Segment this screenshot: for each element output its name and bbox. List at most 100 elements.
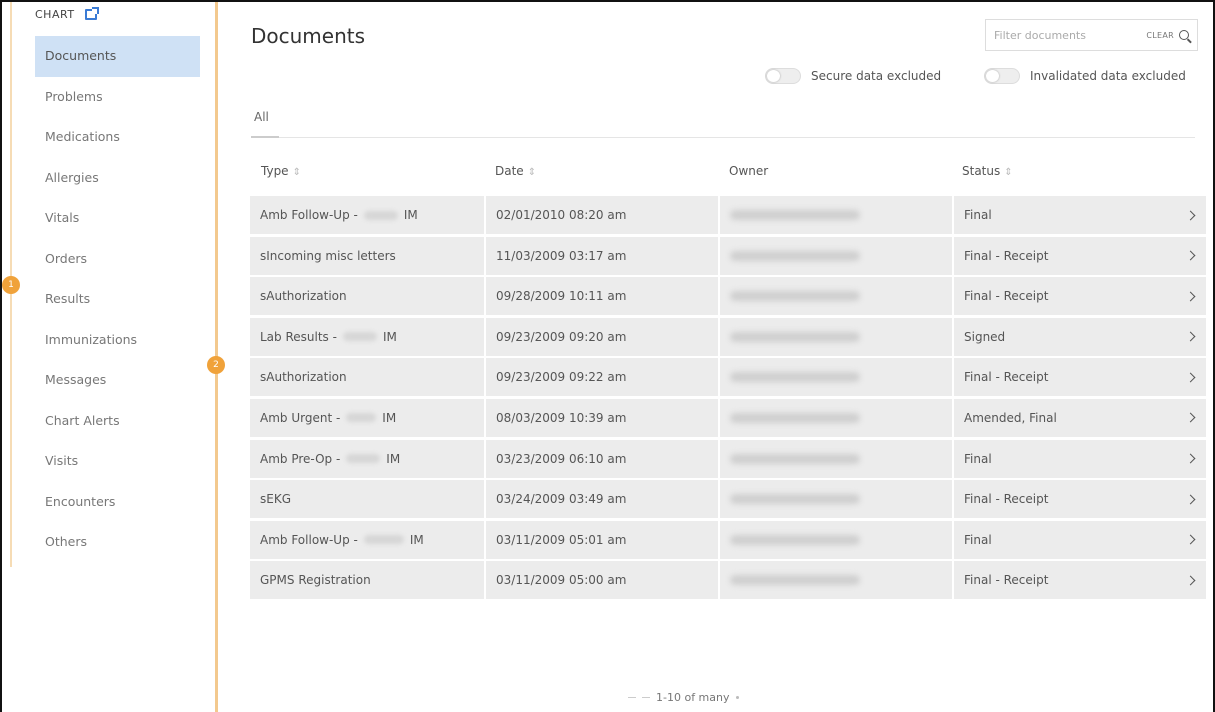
first-page-icon[interactable] xyxy=(642,697,650,698)
document-type: GPMS Registration xyxy=(260,573,371,588)
document-type: Lab Results - xyxy=(260,329,337,344)
column-date-label: Date xyxy=(495,164,524,178)
document-type: sIncoming misc letters xyxy=(260,248,396,263)
table-row[interactable]: Amb Follow-Up - IM 02/01/2010 08:20 am Fina… xyxy=(250,196,1206,237)
redacted-owner xyxy=(730,331,860,342)
date-cell: 02/01/2010 08:20 am xyxy=(486,196,718,234)
chevron-right-icon[interactable] xyxy=(1185,210,1196,220)
type-cell: Lab Results - IM xyxy=(250,317,484,356)
redacted-name xyxy=(346,454,381,464)
search-icon[interactable] xyxy=(1179,30,1189,40)
sort-icon: ⇕ xyxy=(1004,167,1013,178)
sidebar-header: CHART xyxy=(35,7,99,21)
chevron-right-icon[interactable] xyxy=(1185,494,1196,505)
prev-page-icon[interactable] xyxy=(628,697,636,698)
document-type: Amb Urgent - xyxy=(260,410,341,425)
document-status: Final xyxy=(964,451,992,466)
sidebar-item-orders[interactable]: Orders xyxy=(35,239,200,280)
tab-active-underline xyxy=(251,136,279,138)
chevron-right-icon[interactable] xyxy=(1185,291,1196,302)
document-type: sEKG xyxy=(260,492,292,507)
redacted-owner xyxy=(730,291,860,302)
chevron-right-icon[interactable] xyxy=(1185,575,1196,586)
table-row[interactable]: Amb Pre-Op - IM 03/23/2009 06:10 am Final xyxy=(250,439,1206,481)
column-type[interactable]: Type ⇕ xyxy=(261,164,301,178)
sidebar-item-immunizations[interactable]: Immunizations xyxy=(35,320,200,361)
status-cell: Amended, Final xyxy=(954,398,1206,437)
chevron-right-icon[interactable] xyxy=(1185,331,1196,342)
table-row[interactable]: sIncoming misc letters 11/03/2009 03:17 a… xyxy=(250,236,1206,278)
table-row[interactable]: Lab Results - IM 09/23/2009 09:20 am Signed xyxy=(250,317,1206,359)
sidebar-item-vitals[interactable]: Vitals xyxy=(35,198,200,239)
status-cell: Final - Receipt xyxy=(954,358,1206,397)
table-row[interactable]: sAuthorization 09/23/2009 09:22 am Final -… xyxy=(250,358,1206,399)
sidebar-item-documents[interactable]: Documents xyxy=(35,36,200,77)
pagination-label: 1-10 of many xyxy=(656,691,730,704)
sidebar-item-chart-alerts[interactable]: Chart Alerts xyxy=(35,401,200,442)
sort-icon: ⇕ xyxy=(292,167,301,178)
redacted-name xyxy=(363,535,404,545)
sort-icon: ⇕ xyxy=(527,167,537,178)
chevron-right-icon[interactable] xyxy=(1185,534,1196,545)
sidebar-item-others[interactable]: Others xyxy=(35,522,200,563)
status-cell: Signed xyxy=(954,317,1206,356)
invalidated-data-toggle-row: Invalidated data excluded xyxy=(984,68,1186,84)
sidebar-item-visits[interactable]: Visits xyxy=(35,441,200,482)
sidebar-item-allergies[interactable]: Allergies xyxy=(35,158,200,199)
sidebar-item-encounters[interactable]: Encounters xyxy=(35,482,200,523)
owner-cell xyxy=(720,439,952,478)
table-row[interactable]: Amb Follow-Up - IM 03/11/2009 05:01 am Fina… xyxy=(250,520,1206,562)
status-cell: Final - Receipt xyxy=(954,480,1206,519)
chevron-right-icon[interactable] xyxy=(1185,413,1196,423)
type-cell: sEKG xyxy=(250,480,484,519)
clear-filter-button[interactable]: CLEAR xyxy=(1146,31,1174,40)
chevron-right-icon[interactable] xyxy=(1185,372,1196,383)
status-cell: Final xyxy=(954,439,1206,478)
type-cell: sAuthorization xyxy=(250,277,484,316)
table-row[interactable]: Amb Urgent - IM 08/03/2009 10:39 am Amended… xyxy=(250,398,1206,440)
type-cell: sAuthorization xyxy=(250,358,484,397)
tab-all[interactable]: All xyxy=(254,110,269,124)
date-cell: 03/11/2009 05:01 am xyxy=(486,520,718,559)
document-type-suffix: IM xyxy=(382,329,397,344)
owner-cell xyxy=(720,561,952,600)
column-type-label: Type xyxy=(261,164,289,178)
external-link-icon[interactable] xyxy=(84,7,99,20)
redacted-name xyxy=(363,210,398,220)
filter-box: CLEAR xyxy=(985,19,1198,51)
owner-cell xyxy=(720,196,952,234)
next-page-icon[interactable] xyxy=(735,696,739,699)
invalidated-data-label: Invalidated data excluded xyxy=(1030,69,1186,83)
sidebar-item-results[interactable]: Results xyxy=(35,279,200,320)
sidebar-item-medications[interactable]: Medications xyxy=(35,117,200,158)
type-cell: GPMS Registration xyxy=(250,561,484,600)
type-cell: Amb Urgent - IM xyxy=(250,398,484,437)
table-row[interactable]: GPMS Registration 03/11/2009 05:00 am Fina… xyxy=(250,561,1206,602)
sidebar-item-problems[interactable]: Problems xyxy=(35,77,200,118)
document-type: Amb Pre-Op - xyxy=(260,451,341,466)
date-cell: 09/23/2009 09:20 am xyxy=(486,317,718,356)
sidebar-item-messages[interactable]: Messages xyxy=(35,360,200,401)
table-row[interactable]: sEKG 03/24/2009 03:49 am Final - Receipt xyxy=(250,480,1206,521)
chevron-right-icon[interactable] xyxy=(1185,453,1196,464)
document-status: Signed xyxy=(964,329,1006,344)
owner-cell xyxy=(720,358,952,397)
table-row[interactable]: sAuthorization 09/28/2009 10:11 am Final -… xyxy=(250,277,1206,318)
owner-cell xyxy=(720,480,952,519)
column-date[interactable]: Date ⇕ xyxy=(495,164,536,178)
document-status: Final - Receipt xyxy=(964,289,1049,304)
secure-data-toggle[interactable] xyxy=(765,68,801,84)
document-type-suffix: IM xyxy=(382,410,397,425)
document-status: Final - Receipt xyxy=(964,370,1049,385)
type-cell: Amb Pre-Op - IM xyxy=(250,439,484,478)
column-owner-label: Owner xyxy=(729,164,769,178)
owner-cell xyxy=(720,277,952,316)
invalidated-data-toggle[interactable] xyxy=(984,68,1020,84)
redacted-owner xyxy=(730,453,860,464)
column-status[interactable]: Status ⇕ xyxy=(962,164,1013,178)
chevron-right-icon[interactable] xyxy=(1185,250,1196,261)
filter-documents-input[interactable] xyxy=(994,28,1147,42)
document-type: sAuthorization xyxy=(260,370,347,385)
type-cell: sIncoming misc letters xyxy=(250,236,484,275)
column-status-label: Status xyxy=(962,164,1001,178)
